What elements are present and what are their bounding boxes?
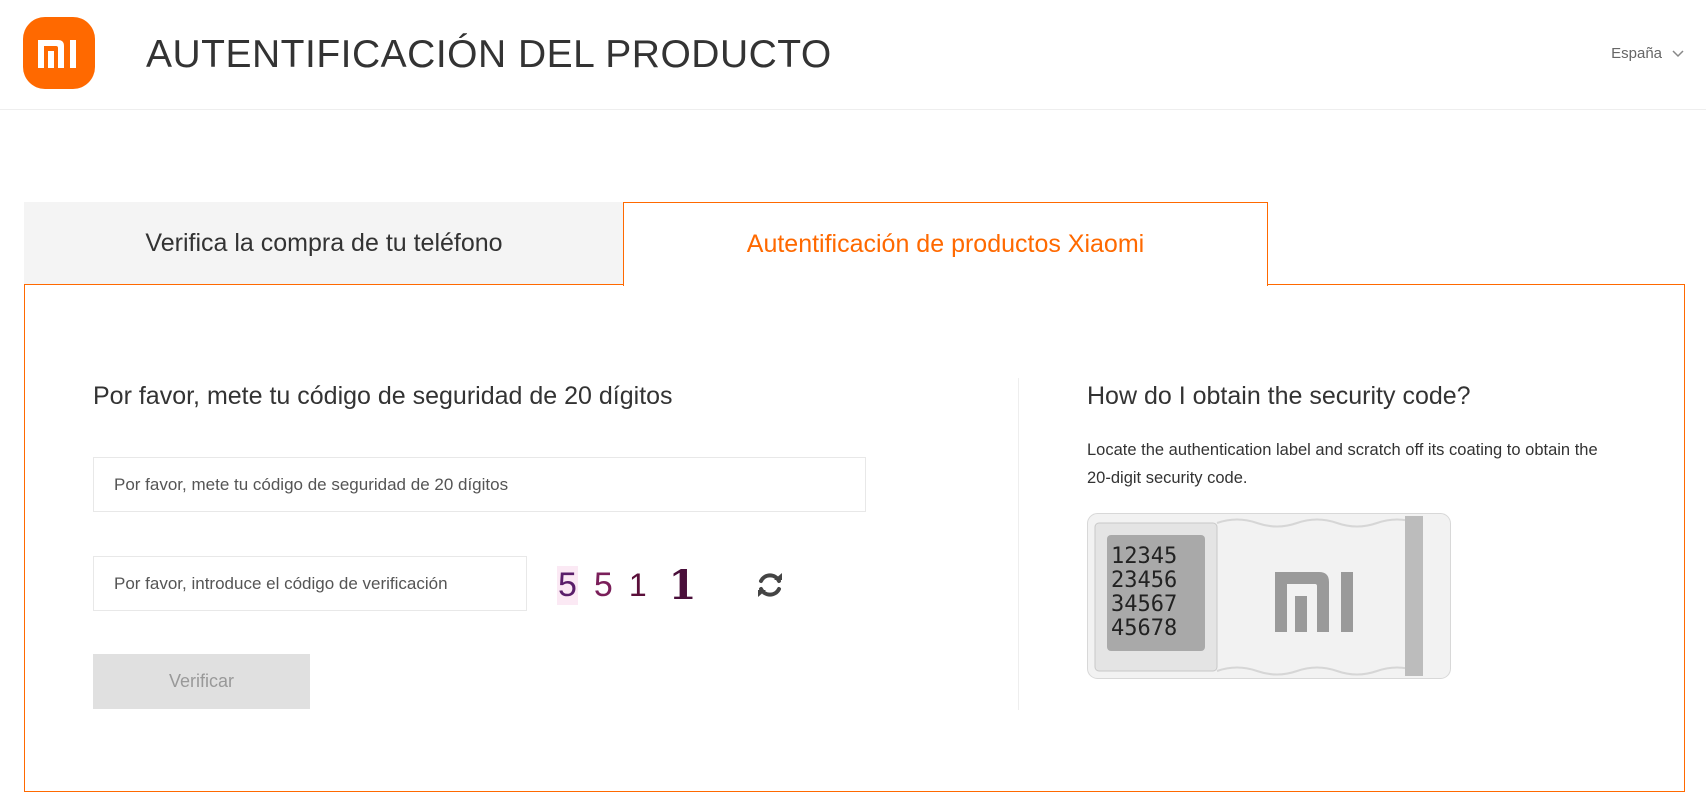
verification-code-input[interactable] — [93, 556, 527, 611]
verify-button[interactable]: Verificar — [93, 654, 310, 709]
tab-verify-phone-purchase[interactable]: Verifica la compra de tu teléfono — [24, 202, 624, 285]
region-label: España — [1611, 45, 1662, 62]
region-selector[interactable]: España — [1611, 45, 1684, 62]
label-code-line: 23456 — [1111, 568, 1177, 593]
security-code-input[interactable] — [93, 457, 866, 512]
captcha-char: 1 — [628, 566, 647, 603]
label-code-line: 45678 — [1111, 616, 1177, 641]
mi-logo-icon — [38, 40, 76, 68]
captcha-image[interactable]: 5 5 1 1 — [557, 560, 717, 610]
captcha-char: 5 — [557, 565, 578, 605]
label-code-line: 34567 — [1111, 592, 1177, 617]
captcha-char: 1 — [668, 561, 697, 609]
section-divider — [1018, 378, 1019, 710]
chevron-down-icon — [1672, 49, 1684, 57]
help-title: How do I obtain the security code? — [1087, 382, 1471, 410]
refresh-icon[interactable] — [755, 570, 785, 600]
page-title: AUTENTIFICACIÓN DEL PRODUCTO — [146, 33, 832, 76]
authentication-label-image: 12345 23456 34567 45678 — [1087, 513, 1451, 679]
page-header: AUTENTIFICACIÓN DEL PRODUCTO España — [0, 0, 1706, 110]
captcha-char: 5 — [593, 565, 613, 604]
help-text: Locate the authentication label and scra… — [1087, 441, 1598, 487]
mi-logo[interactable] — [23, 17, 95, 89]
label-code-line: 12345 — [1111, 544, 1177, 569]
tab-xiaomi-product-authentication[interactable]: Autentificación de productos Xiaomi — [623, 202, 1268, 286]
form-title: Por favor, mete tu código de seguridad d… — [93, 382, 673, 410]
